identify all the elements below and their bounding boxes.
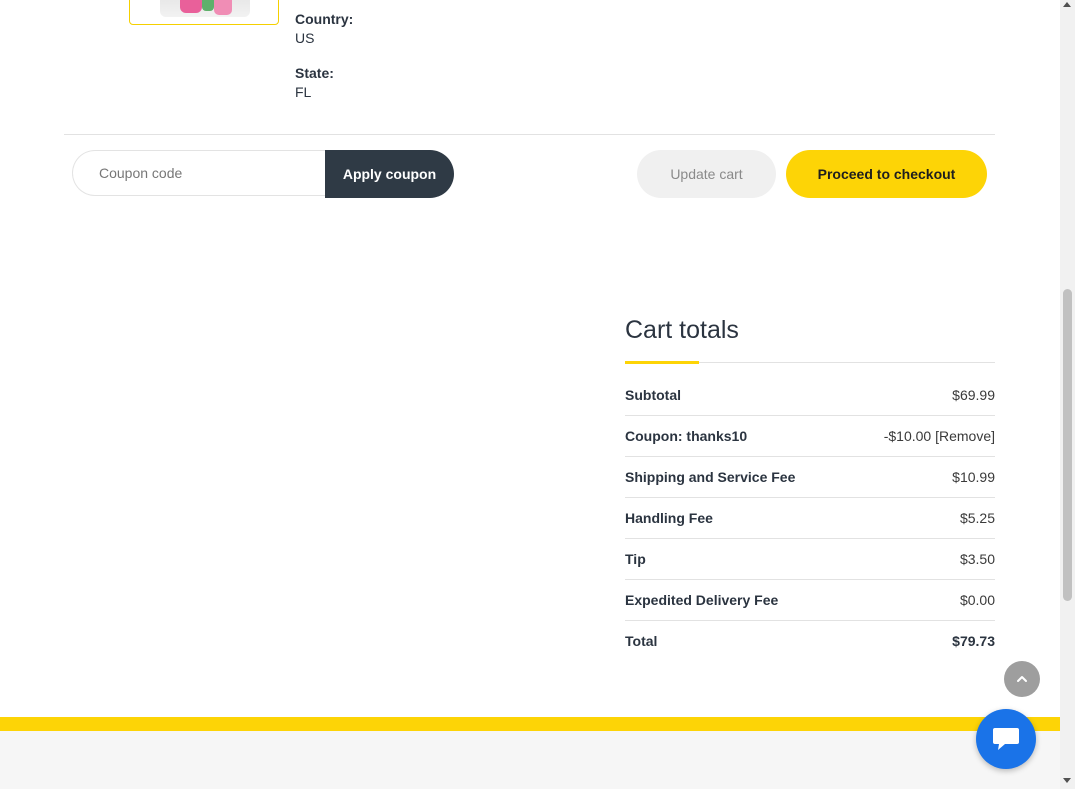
country-value: US xyxy=(295,30,315,46)
shipping-row: Shipping and Service Fee $10.99 xyxy=(625,457,995,498)
product-thumbnail[interactable] xyxy=(129,0,279,25)
remove-coupon-link[interactable]: [Remove] xyxy=(935,428,995,444)
state-meta: State: FL xyxy=(295,65,334,100)
divider xyxy=(64,134,995,135)
shipping-label: Shipping and Service Fee xyxy=(625,469,796,485)
expedited-label: Expedited Delivery Fee xyxy=(625,592,779,608)
footer xyxy=(0,731,1060,789)
cart-page: Country: US State: FL Apply coupon Updat… xyxy=(0,0,1060,789)
total-row: Total $79.73 xyxy=(625,621,995,661)
scrollbar-thumb[interactable] xyxy=(1063,289,1072,601)
chat-button[interactable] xyxy=(976,709,1036,769)
apply-coupon-button[interactable]: Apply coupon xyxy=(325,150,454,198)
state-label: State: xyxy=(295,65,334,81)
proceed-to-checkout-button[interactable]: Proceed to checkout xyxy=(786,150,987,198)
handling-label: Handling Fee xyxy=(625,510,713,526)
vertical-scrollbar[interactable] xyxy=(1060,0,1075,789)
subtotal-row: Subtotal $69.99 xyxy=(625,375,995,416)
coupon-value-wrap: -$10.00 [Remove] xyxy=(884,428,995,444)
shipping-value: $10.99 xyxy=(952,469,995,485)
subtotal-value: $69.99 xyxy=(952,387,995,403)
coupon-code-input[interactable] xyxy=(72,150,347,196)
handling-value: $5.25 xyxy=(959,510,995,526)
handling-row: Handling Fee $5.25 xyxy=(625,498,995,539)
cart-totals: Cart totals Subtotal $69.99 Coupon: than… xyxy=(625,316,995,661)
chat-bubble-icon xyxy=(993,728,1019,750)
expedited-value: $0.00 xyxy=(959,592,995,608)
coupon-form: Apply coupon xyxy=(72,150,454,198)
scroll-to-top-button[interactable] xyxy=(1004,661,1040,697)
country-label: Country: xyxy=(295,11,354,27)
footer-accent-bar xyxy=(0,717,1060,731)
total-label: Total xyxy=(625,633,658,649)
expedited-row: Expedited Delivery Fee $0.00 xyxy=(625,580,995,621)
coupon-row: Coupon: thanks10 -$10.00 [Remove] xyxy=(625,416,995,457)
coupon-label: Coupon: thanks10 xyxy=(625,428,748,444)
tip-value: $3.50 xyxy=(959,551,995,567)
scroll-up-arrow-icon[interactable] xyxy=(1063,2,1071,7)
coupon-discount: -$10.00 xyxy=(883,428,932,444)
country-meta: Country: US xyxy=(295,11,353,46)
tip-label: Tip xyxy=(625,551,646,567)
total-value: $79.73 xyxy=(952,633,995,649)
title-underline xyxy=(625,361,995,364)
scroll-down-arrow-icon[interactable] xyxy=(1063,778,1071,783)
cart-totals-title: Cart totals xyxy=(625,316,739,344)
tip-row: Tip $3.50 xyxy=(625,539,995,580)
state-value: FL xyxy=(295,84,312,100)
chevron-up-icon xyxy=(1017,676,1027,682)
update-cart-button[interactable]: Update cart xyxy=(637,150,776,198)
subtotal-label: Subtotal xyxy=(625,387,681,403)
